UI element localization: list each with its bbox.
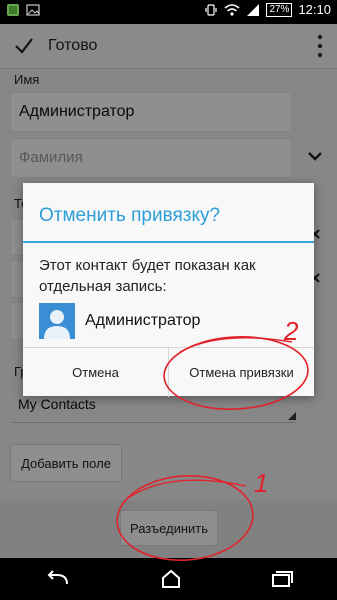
unlink-dialog: Отменить привязку? Этот контакт будет по… [23, 183, 314, 397]
status-time: 12:10 [298, 2, 331, 17]
dialog-contact-name: Администратор [85, 312, 201, 329]
dialog-divider [23, 241, 314, 243]
dialog-cancel-label: Отмена [72, 365, 119, 380]
back-icon[interactable] [45, 570, 71, 588]
status-bar: 27% 12:10 [0, 0, 337, 24]
wifi-icon [224, 3, 240, 16]
dialog-title: Отменить привязку? [39, 205, 221, 226]
dialog-cancel-button[interactable]: Отмена [23, 348, 168, 397]
vibrate-icon [205, 3, 218, 16]
dialog-message: Этот контакт будет показан как отдельная… [39, 257, 256, 295]
app-icon [7, 4, 19, 16]
battery-indicator: 27% [266, 2, 293, 17]
dialog-unlink-confirm-button[interactable]: Отмена привязки [168, 348, 314, 397]
signal-icon [247, 3, 260, 16]
dialog-confirm-label: Отмена привязки [189, 365, 294, 380]
home-icon[interactable] [160, 569, 182, 589]
dialog-buttons: Отмена Отмена привязки [23, 347, 314, 397]
navigation-bar [0, 558, 337, 600]
recent-apps-icon[interactable] [271, 570, 293, 588]
dialog-contact: Администратор [39, 303, 200, 339]
contact-avatar-icon [39, 303, 75, 339]
image-icon [26, 4, 40, 16]
